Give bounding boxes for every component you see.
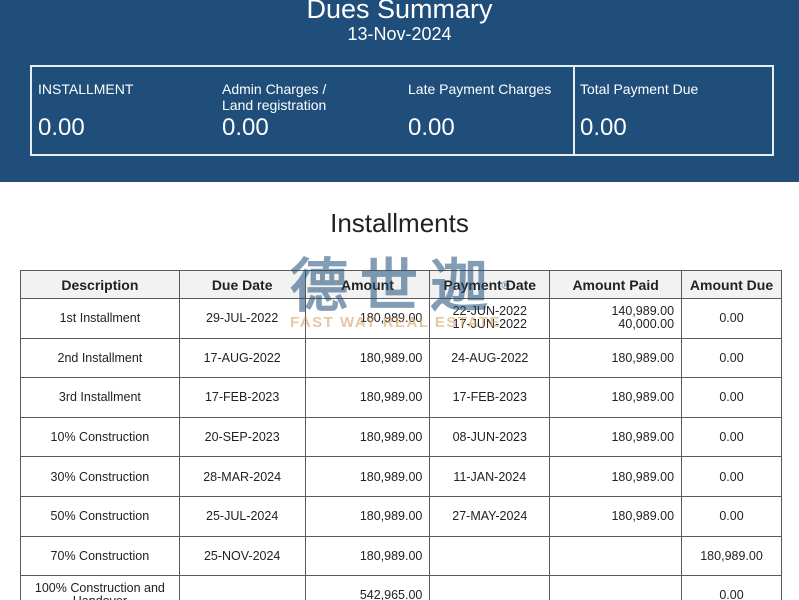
- row-payment-date: [429, 575, 551, 600]
- summary-total-due-value: 0.00: [580, 114, 627, 141]
- row-amount-paid: 180,989.00: [549, 456, 683, 497]
- row-description: 70% Construction: [20, 535, 180, 577]
- row-amount: 180,989.00: [304, 456, 431, 497]
- row-description: 10% Construction: [20, 416, 180, 458]
- row-amount-due: 0.00: [681, 416, 782, 458]
- summary-box: INSTALLMENT 0.00 Admin Charges / Land re…: [30, 65, 774, 156]
- col-description: Description: [20, 270, 180, 299]
- installments-table: Description Due Date Amount Payment Date…: [20, 270, 782, 600]
- table-row: 3rd Installment 17-FEB-2023 180,989.00 1…: [20, 377, 782, 418]
- table-row: 30% Construction 28-MAR-2024 180,989.00 …: [20, 456, 782, 497]
- row-amount-due: 0.00: [681, 456, 782, 497]
- row-amount: 180,989.00: [304, 535, 431, 577]
- col-payment-date: Payment Date: [429, 270, 551, 299]
- row-description: 30% Construction: [20, 456, 180, 497]
- row-amount-due: 0.00: [681, 337, 782, 379]
- col-amount: Amount: [304, 270, 431, 299]
- col-amount-due: Amount Due: [681, 270, 782, 299]
- summary-installment-value: 0.00: [38, 114, 85, 141]
- row-due-date: 29-JUL-2022: [178, 298, 306, 339]
- row-amount-due: 0.00: [681, 298, 782, 339]
- col-amount-paid: Amount Paid: [549, 270, 683, 299]
- payment-date-line: 17-JUN-2022: [452, 317, 527, 332]
- row-amount-paid: 180,989.00: [549, 377, 683, 418]
- table-row: 100% Construction and Handover 542,965.0…: [20, 575, 782, 600]
- row-amount-paid: 140,989.00 40,000.00: [549, 298, 683, 339]
- row-description: 3rd Installment: [20, 377, 180, 418]
- row-amount-due: 0.00: [681, 495, 782, 537]
- amount-paid-line: 40,000.00: [618, 317, 675, 332]
- row-amount-due: 0.00: [681, 377, 782, 418]
- table-header-row: Description Due Date Amount Payment Date…: [20, 270, 782, 299]
- row-amount: 180,989.00: [304, 377, 431, 418]
- row-due-date: 17-AUG-2022: [178, 337, 306, 379]
- row-due-date: 17-FEB-2023: [178, 377, 306, 418]
- page-title: Dues Summary: [306, 0, 493, 24]
- row-amount-paid: 180,989.00: [549, 337, 683, 379]
- table-row: 70% Construction 25-NOV-2024 180,989.00 …: [20, 535, 782, 577]
- row-payment-date: 08-JUN-2023: [429, 416, 551, 458]
- row-amount-due: 0.00: [681, 575, 782, 600]
- row-description: 100% Construction and Handover: [20, 575, 180, 600]
- summary-installment-label: INSTALLMENT: [38, 81, 134, 97]
- row-amount: 180,989.00: [304, 416, 431, 458]
- summary-late-payment-value: 0.00: [408, 114, 455, 141]
- row-amount: 180,989.00: [304, 495, 431, 537]
- table-row: 1st Installment 29-JUL-2022 180,989.00 2…: [20, 298, 782, 339]
- row-payment-date: 27-MAY-2024: [429, 495, 551, 537]
- installments-heading: Installments: [330, 208, 469, 238]
- col-due-date: Due Date: [178, 270, 306, 299]
- row-payment-date: 17-FEB-2023: [429, 377, 551, 418]
- row-amount-paid: 180,989.00: [549, 416, 683, 458]
- row-description: 1st Installment: [20, 298, 180, 339]
- row-payment-date: 22-JUN-2022 17-JUN-2022: [429, 298, 551, 339]
- row-amount: 180,989.00: [304, 337, 431, 379]
- table-row: 50% Construction 25-JUL-2024 180,989.00 …: [20, 495, 782, 537]
- summary-date: 13-Nov-2024: [347, 24, 452, 44]
- row-description: 50% Construction: [20, 495, 180, 537]
- summary-divider: [573, 67, 575, 154]
- row-due-date: [178, 575, 306, 600]
- row-due-date: 25-JUL-2024: [178, 495, 306, 537]
- row-amount-paid: 180,989.00: [549, 495, 683, 537]
- row-amount: 542,965.00: [304, 575, 431, 600]
- row-due-date: 28-MAR-2024: [178, 456, 306, 497]
- row-due-date: 20-SEP-2023: [178, 416, 306, 458]
- row-amount-due: 180,989.00: [681, 535, 782, 577]
- summary-total-due-label: Total Payment Due: [580, 81, 699, 97]
- row-payment-date: [429, 535, 551, 577]
- table-row: 2nd Installment 17-AUG-2022 180,989.00 2…: [20, 337, 782, 379]
- row-description: 2nd Installment: [20, 337, 180, 379]
- row-payment-date: 11-JAN-2024: [429, 456, 551, 497]
- row-amount: 180,989.00: [304, 298, 431, 339]
- row-amount-paid: [549, 575, 683, 600]
- table-row: 10% Construction 20-SEP-2023 180,989.00 …: [20, 416, 782, 458]
- row-amount-paid: [549, 535, 683, 577]
- dues-summary-banner: Dues Summary 13-Nov-2024 INSTALLMENT 0.0…: [0, 0, 799, 182]
- row-due-date: 25-NOV-2024: [178, 535, 306, 577]
- summary-admin-charges-label: Admin Charges / Land registration: [222, 81, 327, 113]
- summary-late-payment-label: Late Payment Charges: [408, 81, 552, 97]
- row-payment-date: 24-AUG-2022: [429, 337, 551, 379]
- summary-admin-charges-value: 0.00: [222, 114, 269, 141]
